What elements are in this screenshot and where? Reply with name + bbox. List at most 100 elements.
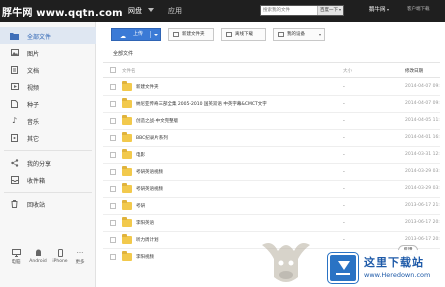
new-folder-button[interactable]: 新建文件夹	[168, 28, 214, 41]
cloud-upload-icon: ☁	[120, 33, 126, 40]
sidebar-item-images[interactable]: 图片	[0, 44, 96, 61]
row-checkbox[interactable]	[110, 101, 116, 107]
sidebar-divider	[4, 192, 92, 193]
torrent-icon	[10, 99, 19, 108]
file-date: 2014-04-01 16:	[405, 135, 440, 140]
other-icon	[10, 133, 19, 142]
table-row[interactable]: 考研英语视频 - 2014-03-29 03:	[103, 181, 440, 198]
column-header-date[interactable]: 修改日期	[405, 68, 423, 74]
folder-icon	[10, 31, 19, 40]
search-input[interactable]	[263, 6, 317, 15]
column-header-name[interactable]: 文件名	[122, 68, 136, 74]
user-menu[interactable]: 鹅牛网	[369, 5, 389, 13]
file-date: 2014-04-05 11:	[405, 118, 440, 123]
file-name[interactable]: 创造之战-中文完整版	[136, 118, 178, 124]
table-row[interactable]: 电影 - 2014-03-31 12:	[103, 147, 440, 164]
file-size: -	[343, 203, 345, 209]
tab-netdisk[interactable]: 网盘	[128, 6, 142, 16]
table-row[interactable]: 考研 - 2013-06-17 21:	[103, 198, 440, 215]
sidebar-item-music[interactable]: ♪ 音乐	[0, 112, 96, 129]
device-iphone[interactable]: iPhone	[49, 248, 71, 264]
upload-button[interactable]: ☁ 上传	[111, 28, 161, 41]
download-icon	[226, 32, 232, 37]
row-checkbox[interactable]	[110, 152, 116, 158]
promo-url: www.Heredown.com	[364, 271, 431, 279]
sidebar-item-label: 图片	[27, 51, 40, 58]
folder-icon	[122, 251, 132, 261]
file-size: -	[343, 101, 345, 107]
folder-icon	[122, 149, 132, 159]
sidebar-item-label: 我的分享	[27, 161, 52, 168]
table-row[interactable]: 纳尼亚传奇三部全集 2005-2010 国英双语 中英字幕&CMCT文字 - 2…	[103, 96, 440, 113]
sidebar-item-videos[interactable]: 视频	[0, 78, 96, 95]
row-checkbox[interactable]	[110, 186, 116, 192]
file-date: 2014-03-31 12:	[405, 152, 440, 157]
breadcrumb[interactable]: 全部文件	[113, 50, 133, 57]
file-name[interactable]: 李阳英语	[136, 220, 154, 226]
file-date: 2013-06-17 20:	[405, 237, 440, 242]
trash-icon	[10, 199, 19, 208]
file-name[interactable]: 考研	[136, 203, 145, 209]
chevron-down-icon[interactable]	[148, 8, 154, 12]
table-row[interactable]: 创造之战-中文完整版 - 2014-04-05 11:	[103, 113, 440, 130]
search-button[interactable]: 百度一下	[317, 6, 343, 15]
sidebar-item-recycle-bin[interactable]: 回收站	[0, 195, 96, 212]
sidebar-item-torrents[interactable]: 种子	[0, 95, 96, 112]
chevron-down-icon	[339, 8, 341, 11]
device-pc[interactable]: 电脑	[5, 248, 27, 265]
sidebar-item-inbox[interactable]: 收件箱	[0, 171, 96, 188]
table-row[interactable]: 新建文件夹 - 2014-04-07 09:	[103, 79, 440, 96]
sidebar-item-my-shares[interactable]: 我的分享	[0, 154, 96, 171]
table-row[interactable]: 李阳英语 - 2013-06-17 20:	[103, 215, 440, 232]
sidebar-item-other[interactable]: 其它	[0, 129, 96, 146]
file-size: -	[343, 84, 345, 90]
file-date: 2013-06-17 21:	[405, 203, 440, 208]
folder-icon	[122, 183, 132, 193]
select-all-checkbox[interactable]	[110, 67, 116, 73]
sidebar-item-all-files[interactable]: 全部文件	[0, 27, 96, 44]
tab-apps[interactable]: 应用	[168, 6, 182, 16]
file-date: 2014-03-29 03:	[405, 186, 440, 191]
row-checkbox[interactable]	[110, 84, 116, 90]
share-icon	[10, 158, 19, 167]
sidebar-item-label: 其它	[27, 136, 40, 143]
row-checkbox[interactable]	[110, 135, 116, 141]
file-name[interactable]: 听力周计划	[136, 237, 159, 243]
my-devices-button[interactable]: 我的设备	[273, 28, 325, 41]
chevron-down-icon[interactable]	[154, 34, 158, 36]
phone-icon	[49, 248, 71, 257]
file-size: -	[343, 135, 345, 141]
sidebar-divider	[4, 150, 92, 151]
row-checkbox[interactable]	[110, 220, 116, 226]
file-name[interactable]: 考研英语视频	[136, 169, 163, 175]
row-checkbox[interactable]	[110, 118, 116, 124]
file-name[interactable]: 李阳视频	[136, 254, 154, 260]
file-name[interactable]: 电影	[136, 152, 145, 158]
device-more[interactable]: ··· 更多	[69, 248, 91, 266]
inbox-icon	[10, 175, 19, 184]
heredown-watermark-banner: 这里下载站 www.Heredown.com	[323, 250, 445, 287]
device-android[interactable]: Android	[27, 248, 49, 264]
row-checkbox[interactable]	[110, 237, 116, 243]
offline-download-button[interactable]: 离线下载	[221, 28, 266, 41]
file-name[interactable]: 考研英语视频	[136, 186, 163, 192]
file-name[interactable]: 新建文件夹	[136, 84, 159, 90]
sidebar-item-label: 视频	[27, 85, 40, 92]
row-checkbox[interactable]	[110, 203, 116, 209]
file-size: -	[343, 220, 345, 226]
file-name[interactable]: BBC纪录片系列	[136, 135, 168, 141]
monitor-icon	[5, 248, 27, 257]
table-row[interactable]: BBC纪录片系列 - 2014-04-01 16:	[103, 130, 440, 147]
column-header-size[interactable]: 大小	[343, 68, 352, 74]
file-name[interactable]: 纳尼亚传奇三部全集 2005-2010 国英双语 中英字幕&CMCT文字	[136, 101, 267, 107]
row-checkbox[interactable]	[110, 254, 116, 260]
download-badge-icon	[328, 253, 358, 283]
sidebar-item-label: 音乐	[27, 119, 40, 126]
table-row[interactable]: 考研英语视频 - 2014-03-29 03:	[103, 164, 440, 181]
file-size: -	[343, 186, 345, 192]
sidebar-item-documents[interactable]: 文档	[0, 61, 96, 78]
client-download-link[interactable]: 客户端下载	[407, 6, 430, 12]
music-icon: ♪	[11, 116, 18, 125]
more-icon: ···	[76, 248, 84, 257]
row-checkbox[interactable]	[110, 169, 116, 175]
